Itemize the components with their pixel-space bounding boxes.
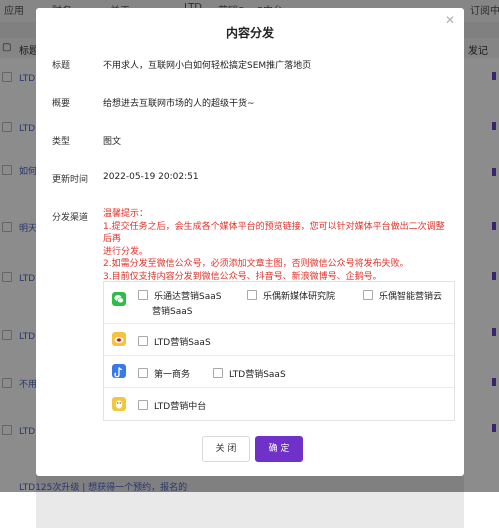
channel-list: 乐通达营销SaaS 乐偶新媒体研究院 乐偶智能营销云 营销SaaS LTD营销S… (103, 281, 455, 421)
updated-label: 更新时间 (52, 175, 89, 185)
channel-row-wechat: 乐通达营销SaaS 乐偶新媒体研究院 乐偶智能营销云 营销SaaS (104, 282, 454, 322)
option-label: LTD营销SaaS (229, 370, 286, 380)
channel-row-weibo: LTD营销SaaS (104, 323, 454, 355)
channel-option[interactable]: 乐通达营销SaaS (138, 289, 221, 302)
option-label: 乐通达营销SaaS (154, 292, 222, 302)
dialog-title: 内容分发 (225, 26, 274, 40)
checkbox[interactable] (138, 368, 148, 378)
notice-line: 1.提交任务之后，会生成各个媒体平台的预览链接，您可以针对媒体平台做出二次调整后… (103, 221, 445, 245)
checkbox[interactable] (138, 400, 148, 410)
checkbox[interactable] (363, 290, 373, 300)
option-label-wrap: 营销SaaS (152, 307, 193, 317)
channel-option[interactable]: LTD营销中台 (138, 399, 206, 412)
notice-box: 温馨提示： 1.提交任务之后，会生成各个媒体平台的预览链接，您可以针对媒体平台做… (103, 208, 453, 283)
weibo-icon (112, 332, 126, 346)
wechat-icon (112, 292, 126, 306)
type-label: 类型 (52, 137, 71, 147)
checkbox[interactable] (138, 290, 148, 300)
channel-row-douyin: 第一商务 LTD营销SaaS (104, 355, 454, 387)
channel-option[interactable]: LTD营销SaaS (138, 335, 211, 348)
content-distribution-dialog: 内容分发 ✕ 标题 不用求人，互联网小白如何轻松搞定SEM推广落地页 概要 给想… (36, 8, 464, 476)
checkbox[interactable] (213, 368, 223, 378)
notice-heading: 温馨提示： (103, 209, 149, 219)
notice-line: 2.如需分发至微信公众号，必须添加文章主图，否则微信公众号将发布失败。 (103, 259, 409, 269)
option-label: 乐偶新媒体研究院 (263, 292, 336, 302)
penguin-icon (112, 397, 126, 411)
channels-label: 分发渠道 (52, 213, 89, 223)
option-label: 乐偶智能营销云 (379, 292, 443, 302)
douyin-icon (112, 364, 126, 378)
title-label: 标题 (52, 61, 71, 71)
close-button[interactable]: 关 闭 (202, 436, 250, 462)
checkbox[interactable] (138, 336, 148, 346)
summary-label: 概要 (52, 99, 71, 109)
channel-row-penguin: LTD营销中台 (104, 387, 454, 420)
option-label: LTD营销SaaS (154, 338, 211, 348)
option-label: LTD营销中台 (154, 402, 207, 412)
channel-option[interactable]: 乐偶智能营销云 (363, 289, 442, 302)
option-label: 第一商务 (154, 370, 191, 380)
channel-option[interactable]: 第一商务 (138, 367, 190, 380)
close-icon[interactable]: ✕ (444, 14, 456, 26)
updated-value: 2022-05-19 20:02:51 (103, 172, 199, 182)
title-value: 不用求人，互联网小白如何轻松搞定SEM推广落地页 (103, 61, 312, 71)
notice-line: 进行分发。 (103, 246, 149, 257)
channel-option[interactable]: LTD营销SaaS (213, 367, 286, 380)
checkbox[interactable] (247, 290, 257, 300)
type-value: 图文 (103, 137, 122, 147)
summary-value: 给想进去互联网市场的人的超级干货~ (103, 99, 255, 109)
channel-option[interactable]: 乐偶新媒体研究院 (247, 289, 335, 302)
confirm-button[interactable]: 确 定 (255, 436, 303, 462)
